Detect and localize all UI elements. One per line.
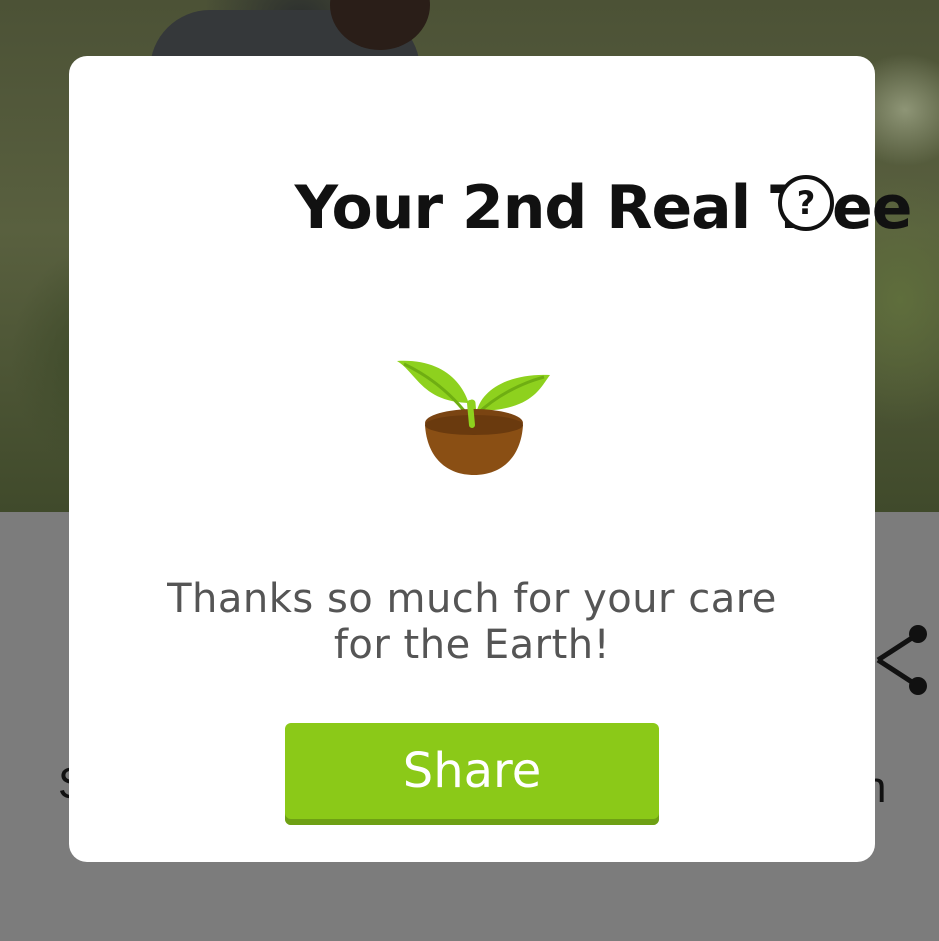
screen: S n Your 2nd Real Tree ? (0, 0, 939, 941)
share-button[interactable]: Share (285, 723, 659, 825)
tree-dialog: Your 2nd Real Tree ? Thanks so much for … (69, 56, 913, 862)
question-circle-icon: ? (796, 184, 816, 222)
message-line-2: for the Earth! (333, 622, 611, 668)
sprout-in-pot-icon (397, 360, 550, 475)
dialog-title-container: Your 2nd Real Tree (200, 178, 913, 248)
share-icon[interactable] (866, 622, 930, 698)
message-line-1: Thanks so much for your care (167, 576, 777, 622)
help-button[interactable]: ? (778, 175, 834, 231)
thank-you-message: Thanks so much for your care for the Ear… (129, 576, 815, 668)
